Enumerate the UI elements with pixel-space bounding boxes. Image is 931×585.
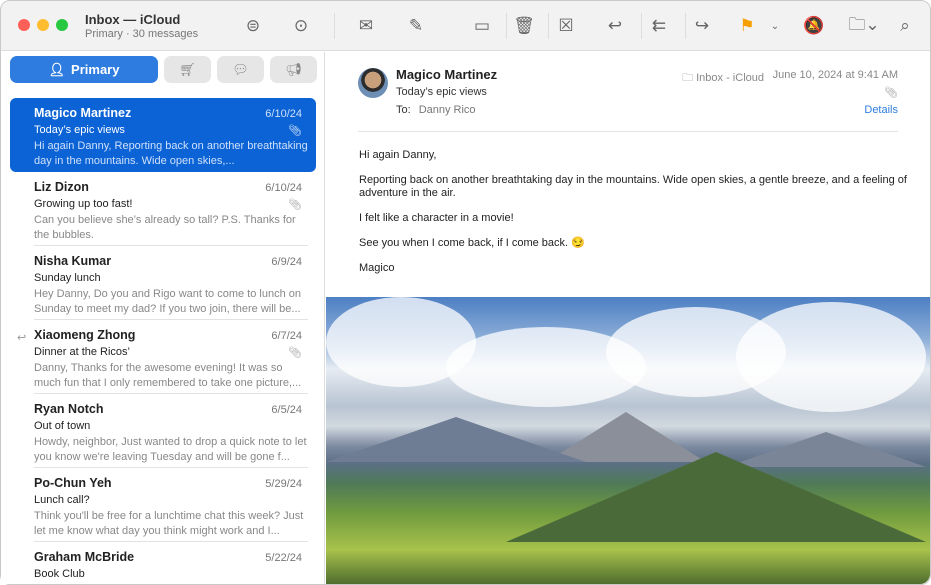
message-subject: Dinner at the Ricos’ <box>34 346 130 358</box>
message-list-item[interactable]: Nisha Kumar 6/9/24 Sunday lunch Hey Danny… <box>10 246 316 320</box>
sender: Nisha Kumar <box>34 254 112 268</box>
reply-icon[interactable]: ↩ <box>603 14 627 38</box>
mail-window: Inbox — iCloud Primary · 30 messages ⊜ ⊙… <box>0 0 931 585</box>
attachment-icon: 📎︎ <box>288 347 302 359</box>
filter-icon[interactable]: ⊜ <box>241 14 265 38</box>
search-icon[interactable]: ⌕ <box>893 14 917 38</box>
message-list-item[interactable]: Magico Martinez 6/10/24 Today’s epic vie… <box>10 98 316 172</box>
mountain-photo[interactable] <box>326 297 930 584</box>
message-date: 6/10/24 <box>265 182 302 194</box>
email-from: Magico Martinez <box>396 67 498 82</box>
replied-icon: ↩ <box>17 332 27 344</box>
message-preview: Think you'll be free for a lunchtime cha… <box>34 510 304 537</box>
shopping-cart-icon[interactable]: 🛒︎ <box>164 56 211 83</box>
mute-bell-icon[interactable]: 🔕 <box>802 14 826 38</box>
person-icon: 👤︎ <box>48 61 66 77</box>
more-icon[interactable]: ⊙ <box>289 14 313 38</box>
message-subject: Lunch call? <box>34 494 90 506</box>
message-subject: Growing up too fast! <box>34 198 133 210</box>
message-date: 6/9/24 <box>271 256 302 268</box>
archive-icon[interactable]: ▭ <box>470 14 494 38</box>
details-link[interactable]: Details <box>864 104 898 116</box>
forward-icon[interactable]: ↪ <box>690 14 714 38</box>
message-preview: Hi again Danny, Reporting back on anothe… <box>34 140 308 167</box>
close-button[interactable] <box>18 19 30 31</box>
message-preview: Hey Danny, Do you and Rigo want to come … <box>34 288 302 315</box>
message-list-item[interactable]: Liz Dizon 6/10/24 Growing up too fast! Ca… <box>10 172 316 246</box>
message-date: 5/22/24 <box>265 552 302 564</box>
attachment-icon: 📎︎ <box>288 125 302 137</box>
message-viewer: Magico Martinez Today’s epic views To: Da… <box>326 52 930 584</box>
mailbox-label: 🗀 Inbox - iCloud <box>682 72 764 84</box>
reply-all-icon[interactable]: ⇇ <box>647 14 671 38</box>
message-list: 👤︎ Primary 🛒︎ 💬︎ 📢︎ Magico Martinez 6/10/… <box>1 52 325 584</box>
sender: Ryan Notch <box>34 402 104 416</box>
email-date: June 10, 2024 at 9:41 AM <box>772 69 898 81</box>
message-subject: Book Club <box>34 568 85 580</box>
window-subtitle: Primary · 30 messages <box>85 28 199 40</box>
zoom-button[interactable] <box>56 19 68 31</box>
envelope-icon[interactable]: ✉ <box>354 14 378 38</box>
attachment-icon: 📎︎ <box>288 199 302 211</box>
message-subject: Sunday lunch <box>34 272 101 284</box>
flag-icon[interactable]: ⚑ <box>735 14 759 38</box>
message-preview: Howdy, neighbor, Just wanted to drop a q… <box>34 436 307 463</box>
message-subject: Today’s epic views <box>34 124 125 136</box>
megaphone-icon[interactable]: 📢︎ <box>270 56 317 83</box>
trash-icon[interactable]: 🗑 <box>512 14 536 38</box>
message-subject: Out of town <box>34 420 91 432</box>
toolbar: Inbox — iCloud Primary · 30 messages ⊜ ⊙… <box>1 1 930 51</box>
email-to: To: Danny Rico <box>396 104 476 116</box>
message-date: 6/7/24 <box>271 330 302 342</box>
message-date: 6/10/24 <box>265 108 302 120</box>
chat-icon[interactable]: 💬︎ <box>217 56 264 83</box>
message-list-item[interactable]: ↩ Xiaomeng Zhong 6/7/24 Dinner at the Ric… <box>10 320 316 394</box>
message-preview: Can you believe she’s already so tall? P… <box>34 214 296 241</box>
folder-icon: 🗀 <box>682 72 697 84</box>
tab-primary[interactable]: 👤︎ Primary <box>10 56 158 83</box>
junk-icon[interactable]: ☒ <box>554 14 578 38</box>
sender: Xiaomeng Zhong <box>34 328 136 342</box>
minimize-button[interactable] <box>37 19 49 31</box>
message-preview: Danny, Thanks for the awesome evening! I… <box>34 362 302 389</box>
message-date: 6/5/24 <box>271 404 302 416</box>
folder-icon[interactable]: 🗀⌄ <box>848 14 880 38</box>
window-title: Inbox — iCloud <box>85 12 181 27</box>
email-subject: Today’s epic views <box>396 86 487 98</box>
message-list-item[interactable]: Po-Chun Yeh 5/29/24 Lunch call? Think you… <box>10 468 316 542</box>
message-list-item[interactable]: Graham McBride 5/22/24 Book Club <box>10 542 316 584</box>
attachment-icon: 📎︎ <box>884 87 898 99</box>
message-list-item[interactable]: Ryan Notch 6/5/24 Out of town Howdy, neig… <box>10 394 316 468</box>
message-date: 5/29/24 <box>265 478 302 490</box>
avatar <box>358 68 388 98</box>
email-body: Hi again Danny, Reporting back on another… <box>359 149 907 274</box>
chevron-down-icon[interactable]: ⌄ <box>763 14 787 38</box>
compose-icon[interactable]: ✎ <box>404 14 428 38</box>
